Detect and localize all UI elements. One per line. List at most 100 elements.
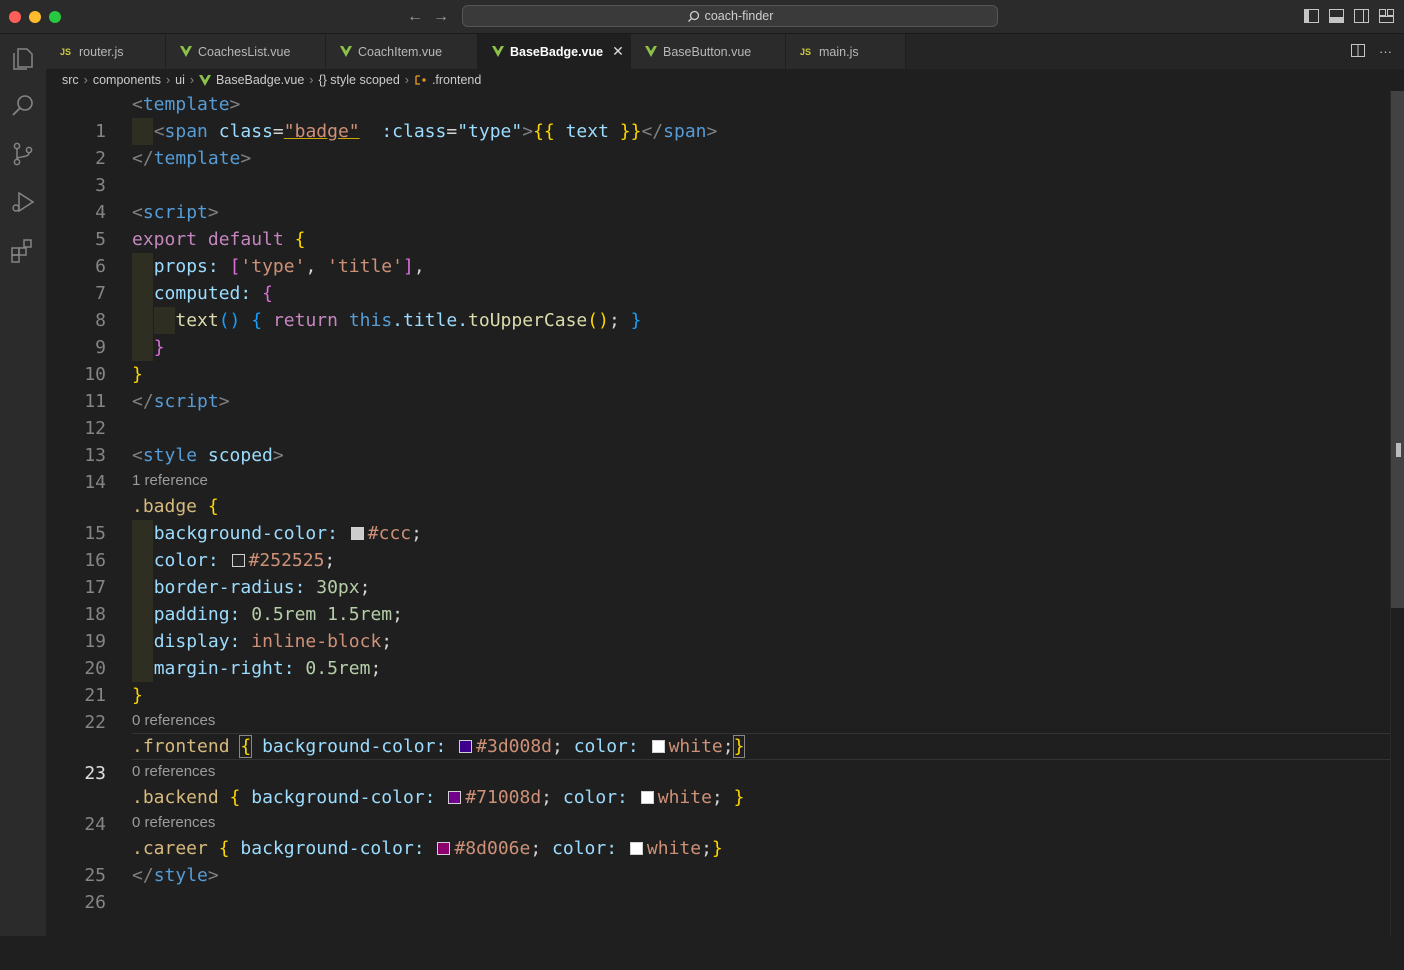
minimize-window-button[interactable] [29,11,41,23]
code-line: 1 <template> [46,91,1390,142]
vue-file-icon [492,46,504,57]
search-icon [687,10,699,22]
close-window-button[interactable] [9,11,21,23]
search-icon[interactable] [9,92,37,120]
forward-arrow-icon[interactable]: → [433,7,449,27]
code-line: 11 } [46,361,1390,412]
close-tab-icon[interactable]: ✕ [612,43,624,60]
tab-router-js[interactable]: JS router.js [46,34,166,69]
code-token: return [272,310,338,331]
code-token: this [348,310,393,331]
code-token: {{ [533,121,555,142]
codelens-references[interactable]: 0 references [132,811,215,835]
tab-basebadge-vue[interactable]: BaseBadge.vue ✕ [478,34,631,69]
line-number: 23 [84,763,106,784]
code-token: .backend [132,787,219,808]
breadcrumb-item[interactable]: components [93,73,161,87]
tab-main-js[interactable]: JS main.js [786,34,906,69]
color-swatch[interactable] [459,740,473,753]
breadcrumb-item[interactable]: ui [175,73,185,87]
run-debug-icon[interactable] [9,188,37,216]
color-swatch[interactable] [437,842,451,855]
code-token: }} [619,121,642,142]
tab-basebutton-vue[interactable]: BaseButton.vue [631,34,786,69]
scrollbar-thumb[interactable] [1391,91,1404,608]
code-token: margin-right: [153,658,295,679]
line-number: 14 [84,472,106,493]
color-swatch[interactable] [231,554,245,567]
code-token: .title. [392,310,469,331]
breadcrumb-item[interactable]: .frontend [432,73,481,87]
code-token: .frontend [132,736,230,757]
color-swatch[interactable] [350,527,364,540]
chevron-right-icon: › [189,73,195,87]
back-arrow-icon[interactable]: ← [407,7,423,27]
chevron-right-icon: › [309,73,314,87]
code-line: 25 .career { background-color: #8d006e; … [46,835,1390,886]
codelens-references[interactable]: 0 references [132,760,215,784]
search-label: coach-finder [704,9,774,23]
title-bar: ← → coach-finder [0,0,1404,34]
code-token: inline-block [251,631,382,652]
breadcrumb-item[interactable]: BaseBadge.vue [216,73,304,87]
code-token: color: [552,838,618,859]
code-line: 8 computed: { [46,280,1390,331]
code-token: #ccc [367,523,412,544]
tab-label: BaseButton.vue [663,44,752,59]
color-swatch[interactable] [651,740,665,753]
code-token: .badge [132,496,198,517]
source-control-icon[interactable] [9,140,37,168]
code-token: script [153,391,219,412]
code-token: template [153,148,241,169]
code-editor[interactable]: 1 <template> 2 <span class="badge" :clas… [46,91,1390,936]
chevron-right-icon: › [404,73,409,87]
code-token: "badge" [283,121,360,142]
toggle-primary-sidebar-icon[interactable] [1304,9,1319,23]
code-token: toUpperCase [468,310,588,331]
more-actions-icon[interactable]: ··· [1379,44,1392,60]
toggle-panel-icon[interactable] [1329,9,1344,23]
customize-layout-icon[interactable] [1379,9,1394,23]
code-token: text [554,121,620,142]
code-token: 'type' [240,256,306,277]
code-token: white [668,736,723,757]
code-token: color: [562,787,628,808]
code-line: 4 [46,172,1390,223]
command-center-search[interactable]: coach-finder [462,5,998,27]
toggle-secondary-sidebar-icon[interactable] [1354,9,1369,23]
code-token: white [646,838,702,859]
color-swatch[interactable] [640,791,654,804]
breadcrumb-item[interactable]: {} style scoped [318,73,399,87]
code-line: 3 </template> [46,145,1390,196]
code-line: 2 <span class="badge" :class="type">{{ t… [46,118,1390,169]
tab-coacheslist-vue[interactable]: CoachesList.vue [166,34,326,69]
explorer-icon[interactable] [9,44,37,72]
tab-coachitem-vue[interactable]: CoachItem.vue [326,34,478,69]
code-line: 5 <script> [46,199,1390,250]
extensions-icon[interactable] [9,236,37,264]
code-line: 16 background-color: #ccc; [46,520,1390,571]
maximize-window-button[interactable] [49,11,61,23]
code-line: 21 margin-right: 0.5rem; [46,655,1390,706]
code-line: 26 </style> [46,862,1390,913]
vue-file-icon [340,46,352,57]
codelens-references[interactable]: 0 references [132,709,215,733]
code-line: 24 .backend { background-color: #71008d;… [46,784,1390,835]
vue-file-icon [199,74,212,86]
codelens-references[interactable]: 1 reference [132,469,208,493]
code-line: 12 </script> [46,388,1390,439]
activity-bar [0,34,46,936]
code-line: 13 [46,415,1390,466]
code-line: 15 .badge { [46,493,1390,544]
chevron-right-icon: › [83,73,88,87]
breadcrumb-item[interactable]: src [62,73,79,87]
color-swatch[interactable] [629,842,643,855]
javascript-file-icon: JS [800,46,812,57]
color-swatch[interactable] [448,791,462,804]
tab-label: router.js [79,44,124,59]
code-token: 'title' [327,256,403,277]
code-line: 7 props: ['type', 'title'], [46,253,1390,304]
code-token: background-color: [251,787,436,808]
code-line: 22 } [46,682,1390,733]
split-editor-icon[interactable] [1351,44,1365,60]
